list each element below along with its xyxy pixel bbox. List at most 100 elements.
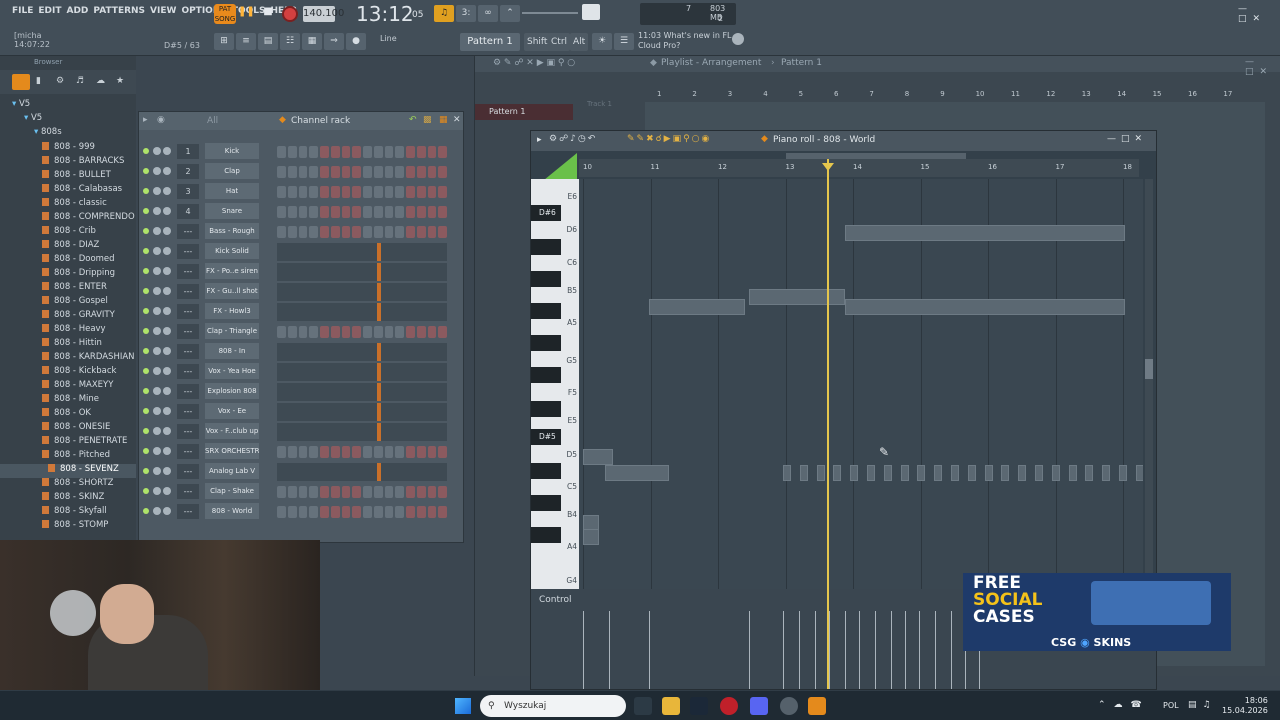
browser-item[interactable]: 808 - KARDASHIAN: [0, 352, 136, 366]
step-button[interactable]: [309, 446, 318, 458]
step-button[interactable]: [395, 186, 404, 198]
taskbar-search[interactable]: ⚲ Wyszukaj: [480, 695, 626, 717]
channel-rack-arrow-icon[interactable]: ▸: [143, 115, 148, 125]
menu-edit[interactable]: EDIT: [38, 6, 61, 16]
step-button[interactable]: [352, 486, 361, 498]
step-button[interactable]: [320, 446, 329, 458]
piano-note[interactable]: [984, 465, 993, 481]
step-button[interactable]: [298, 486, 308, 498]
piano-note[interactable]: [867, 465, 875, 481]
step-button[interactable]: [287, 226, 297, 238]
step-button[interactable]: [309, 146, 318, 158]
channel-knob[interactable]: [153, 307, 161, 315]
step-button[interactable]: [330, 226, 340, 238]
step-button[interactable]: [352, 326, 361, 338]
channel-mute-led[interactable]: [143, 408, 149, 414]
piano-note[interactable]: [783, 465, 791, 481]
piano-roll-window-controls[interactable]: —□✕: [1107, 134, 1147, 144]
browser-file-icon[interactable]: ▮: [36, 76, 41, 86]
channel-mute-led[interactable]: [143, 268, 149, 274]
channel-name-button[interactable]: FX - Po..e siren: [205, 263, 259, 279]
browser-item[interactable]: 808 - PENETRATE: [0, 436, 136, 450]
piano-note[interactable]: [900, 465, 909, 481]
channel-mute-led[interactable]: [143, 348, 149, 354]
step-button[interactable]: [416, 186, 426, 198]
step-button[interactable]: [287, 206, 297, 218]
step-button[interactable]: [373, 226, 383, 238]
step-button[interactable]: [395, 166, 404, 178]
black-key[interactable]: D#6: [531, 205, 561, 221]
step-sequencer[interactable]: [277, 326, 447, 338]
channel-mixer-track[interactable]: ---: [177, 344, 199, 359]
news-panel[interactable]: 11:03 What's new in FL Cloud Pro?: [638, 31, 732, 51]
velocity-bar[interactable]: [609, 611, 610, 689]
channel-name-button[interactable]: Explosion 808: [205, 383, 259, 399]
system-tray-icons[interactable]: ⌃☁☎: [1098, 700, 1150, 710]
channel-rack-view-icon[interactable]: ▤: [258, 33, 278, 50]
mini-piano-roll[interactable]: [277, 343, 447, 361]
channel-mute-led[interactable]: [143, 248, 149, 254]
piano-note[interactable]: [967, 465, 976, 481]
channel-mixer-track[interactable]: ---: [177, 364, 199, 379]
menu-view[interactable]: VIEW: [150, 6, 176, 16]
channel-name-button[interactable]: 808 - In: [205, 343, 259, 359]
channel-knob[interactable]: [153, 187, 161, 195]
channel-row[interactable]: --- Clap - Triangle: [139, 322, 463, 342]
step-button[interactable]: [363, 166, 372, 178]
piano-note[interactable]: [816, 465, 825, 481]
channel-mixer-track[interactable]: ---: [177, 504, 199, 519]
velocity-bar[interactable]: [845, 611, 846, 689]
piano-note[interactable]: [917, 465, 926, 481]
channel-name-button[interactable]: SRX ORCHESTRA: [205, 443, 259, 459]
step-button[interactable]: [416, 506, 426, 518]
step-button[interactable]: [341, 226, 351, 238]
step-button[interactable]: [320, 186, 329, 198]
step-button[interactable]: [277, 446, 286, 458]
step-button[interactable]: [406, 206, 415, 218]
channel-name-button[interactable]: Kick: [205, 143, 259, 159]
step-button[interactable]: [277, 506, 286, 518]
language-indicator[interactable]: POL: [1163, 701, 1179, 710]
blend-notes-icon[interactable]: ⌃: [500, 5, 520, 22]
piano-note[interactable]: [845, 299, 1125, 315]
channel-mute-led[interactable]: [143, 168, 149, 174]
channel-knob[interactable]: [163, 187, 171, 195]
piano-note[interactable]: [583, 529, 599, 545]
step-button[interactable]: [384, 206, 394, 218]
browser-audio-icon[interactable]: ♬: [76, 76, 84, 86]
piano-note[interactable]: [1085, 465, 1094, 481]
step-button[interactable]: [395, 506, 404, 518]
channel-knob[interactable]: [153, 407, 161, 415]
channel-row[interactable]: 3 Hat: [139, 182, 463, 202]
browser-item[interactable]: 808 - DIAZ: [0, 240, 136, 254]
step-button[interactable]: [320, 326, 329, 338]
step-button[interactable]: [298, 506, 308, 518]
channel-filter[interactable]: All: [207, 116, 218, 126]
channel-knob[interactable]: [163, 167, 171, 175]
step-button[interactable]: [352, 206, 361, 218]
step-button[interactable]: [416, 146, 426, 158]
velocity-bar[interactable]: [815, 611, 816, 689]
step-button[interactable]: [384, 146, 394, 158]
tree-folder-v5[interactable]: ▾ V5: [24, 113, 42, 123]
browser-item[interactable]: 808 - Pitched: [0, 450, 136, 464]
steam-icon[interactable]: [690, 697, 708, 715]
channel-knob[interactable]: [163, 227, 171, 235]
step-button[interactable]: [438, 486, 447, 498]
mini-piano-roll[interactable]: [277, 243, 447, 261]
channel-mixer-track[interactable]: 4: [177, 204, 199, 219]
step-button[interactable]: [373, 186, 383, 198]
step-button[interactable]: [320, 506, 329, 518]
velocity-bar[interactable]: [649, 611, 650, 689]
ad-banner[interactable]: FREE SOCIAL CASES CSG ◉ SKINS: [963, 573, 1231, 651]
step-button[interactable]: [363, 486, 372, 498]
browser-item[interactable]: 808 - Skyfall: [0, 506, 136, 520]
step-sequencer[interactable]: [277, 446, 447, 458]
channel-name-button[interactable]: Kick Solid: [205, 243, 259, 259]
step-button[interactable]: [320, 226, 329, 238]
step-sequencer[interactable]: [277, 226, 447, 238]
piano-roll-view-icon[interactable]: ≡: [236, 33, 256, 50]
step-button[interactable]: [416, 226, 426, 238]
channel-mixer-track[interactable]: 2: [177, 164, 199, 179]
pattern-picker-item[interactable]: Pattern 1: [475, 104, 573, 120]
